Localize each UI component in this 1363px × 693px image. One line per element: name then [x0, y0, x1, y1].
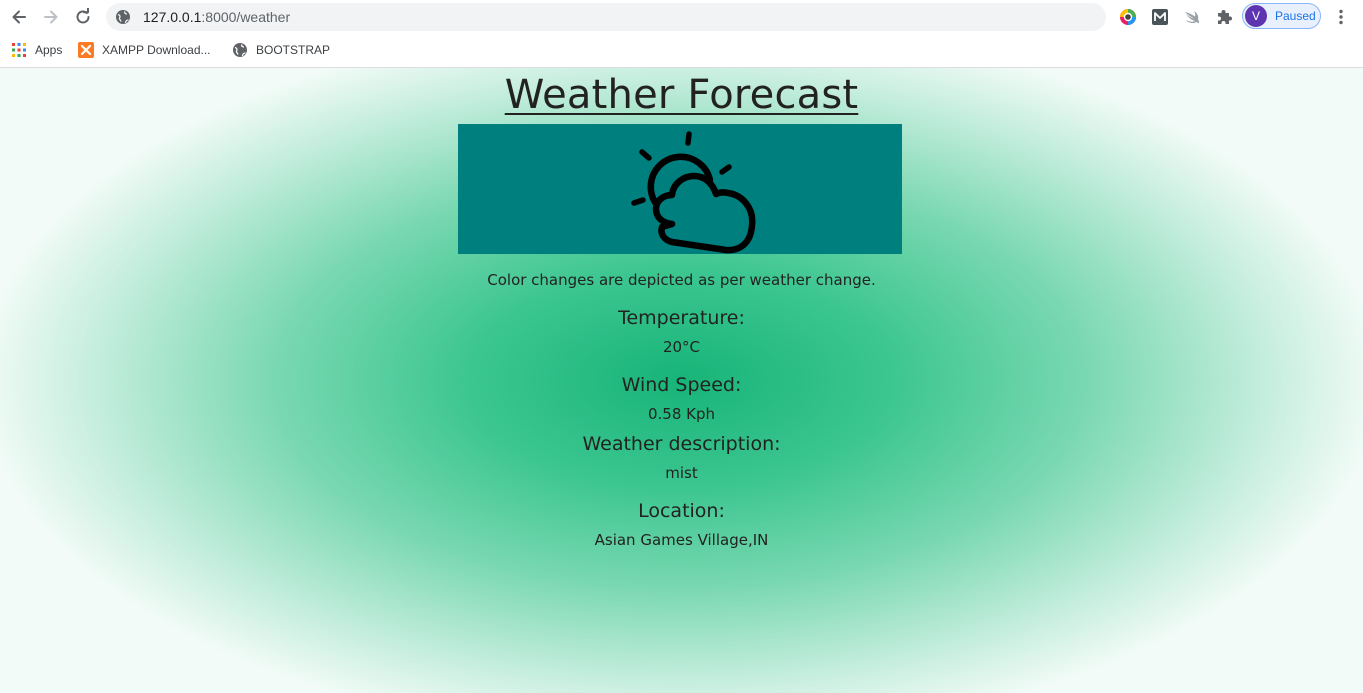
url-host: 127.0.0.1	[143, 9, 202, 25]
extension-swift-button[interactable]	[1182, 7, 1202, 27]
address-bar[interactable]: 127.0.0.1:8000/weather	[106, 3, 1106, 31]
bookmark-xampp-label: XAMPP Download...	[102, 43, 211, 57]
profile-button[interactable]: V Paused	[1242, 3, 1321, 29]
weather-banner	[458, 124, 902, 254]
browser-menu-button[interactable]	[1331, 5, 1351, 29]
bookmark-bootstrap-label: BOOTSTRAP	[256, 43, 331, 57]
apps-grid-icon	[12, 43, 26, 57]
reload-icon	[76, 8, 90, 24]
forward-button[interactable]	[39, 5, 63, 29]
temperature-label: Temperature:	[618, 307, 745, 329]
bookmark-apps[interactable]: Apps	[11, 40, 62, 60]
bookmark-apps-label: Apps	[35, 43, 63, 57]
location-value: Asian Games Village,IN	[594, 531, 769, 549]
page-title: Weather Forecast	[504, 72, 859, 118]
m-logo-icon	[1152, 9, 1168, 25]
location-label: Location:	[638, 500, 725, 522]
url-text[interactable]: 127.0.0.1:8000/weather	[143, 3, 290, 31]
back-arrow-icon	[12, 10, 26, 24]
weather-description-value: mist	[665, 464, 698, 482]
back-button[interactable]	[7, 5, 31, 29]
weather-description-label: Weather description:	[582, 433, 781, 455]
temperature-value: 20°C	[662, 338, 701, 356]
wind-speed-label: Wind Speed:	[621, 374, 742, 396]
extension-color-button[interactable]	[1118, 7, 1138, 27]
extension-m-button[interactable]	[1150, 7, 1170, 27]
xampp-icon	[78, 42, 94, 58]
swift-icon	[1185, 11, 1200, 24]
globe-icon[interactable]	[115, 9, 131, 25]
url-path: :8000/weather	[201, 9, 291, 25]
bookmark-xampp[interactable]: XAMPP Download...	[78, 40, 211, 60]
reload-button[interactable]	[71, 5, 95, 29]
bookmarks-bar: Apps XAMPP Download... BOOTSTRAP	[0, 34, 1363, 68]
globe-icon	[233, 43, 247, 57]
weather-page: Weather Forecast Color changes are depic…	[0, 68, 1363, 693]
avatar: V	[1245, 5, 1267, 27]
color-wheel-icon	[1120, 9, 1136, 25]
caption-text: Color changes are depicted as per weathe…	[487, 271, 876, 289]
browser-toolbar: 127.0.0.1:8000/weather V Paused	[0, 0, 1363, 34]
kebab-menu-icon	[1339, 9, 1343, 25]
puzzle-icon	[1218, 10, 1232, 24]
profile-status: Paused	[1275, 9, 1316, 23]
bookmark-bootstrap[interactable]: BOOTSTRAP	[232, 40, 330, 60]
wind-speed-value: 0.58 Kph	[647, 405, 716, 423]
extensions-button[interactable]	[1214, 7, 1234, 27]
sun-behind-cloud-icon	[631, 131, 756, 254]
forward-arrow-icon	[44, 10, 58, 24]
